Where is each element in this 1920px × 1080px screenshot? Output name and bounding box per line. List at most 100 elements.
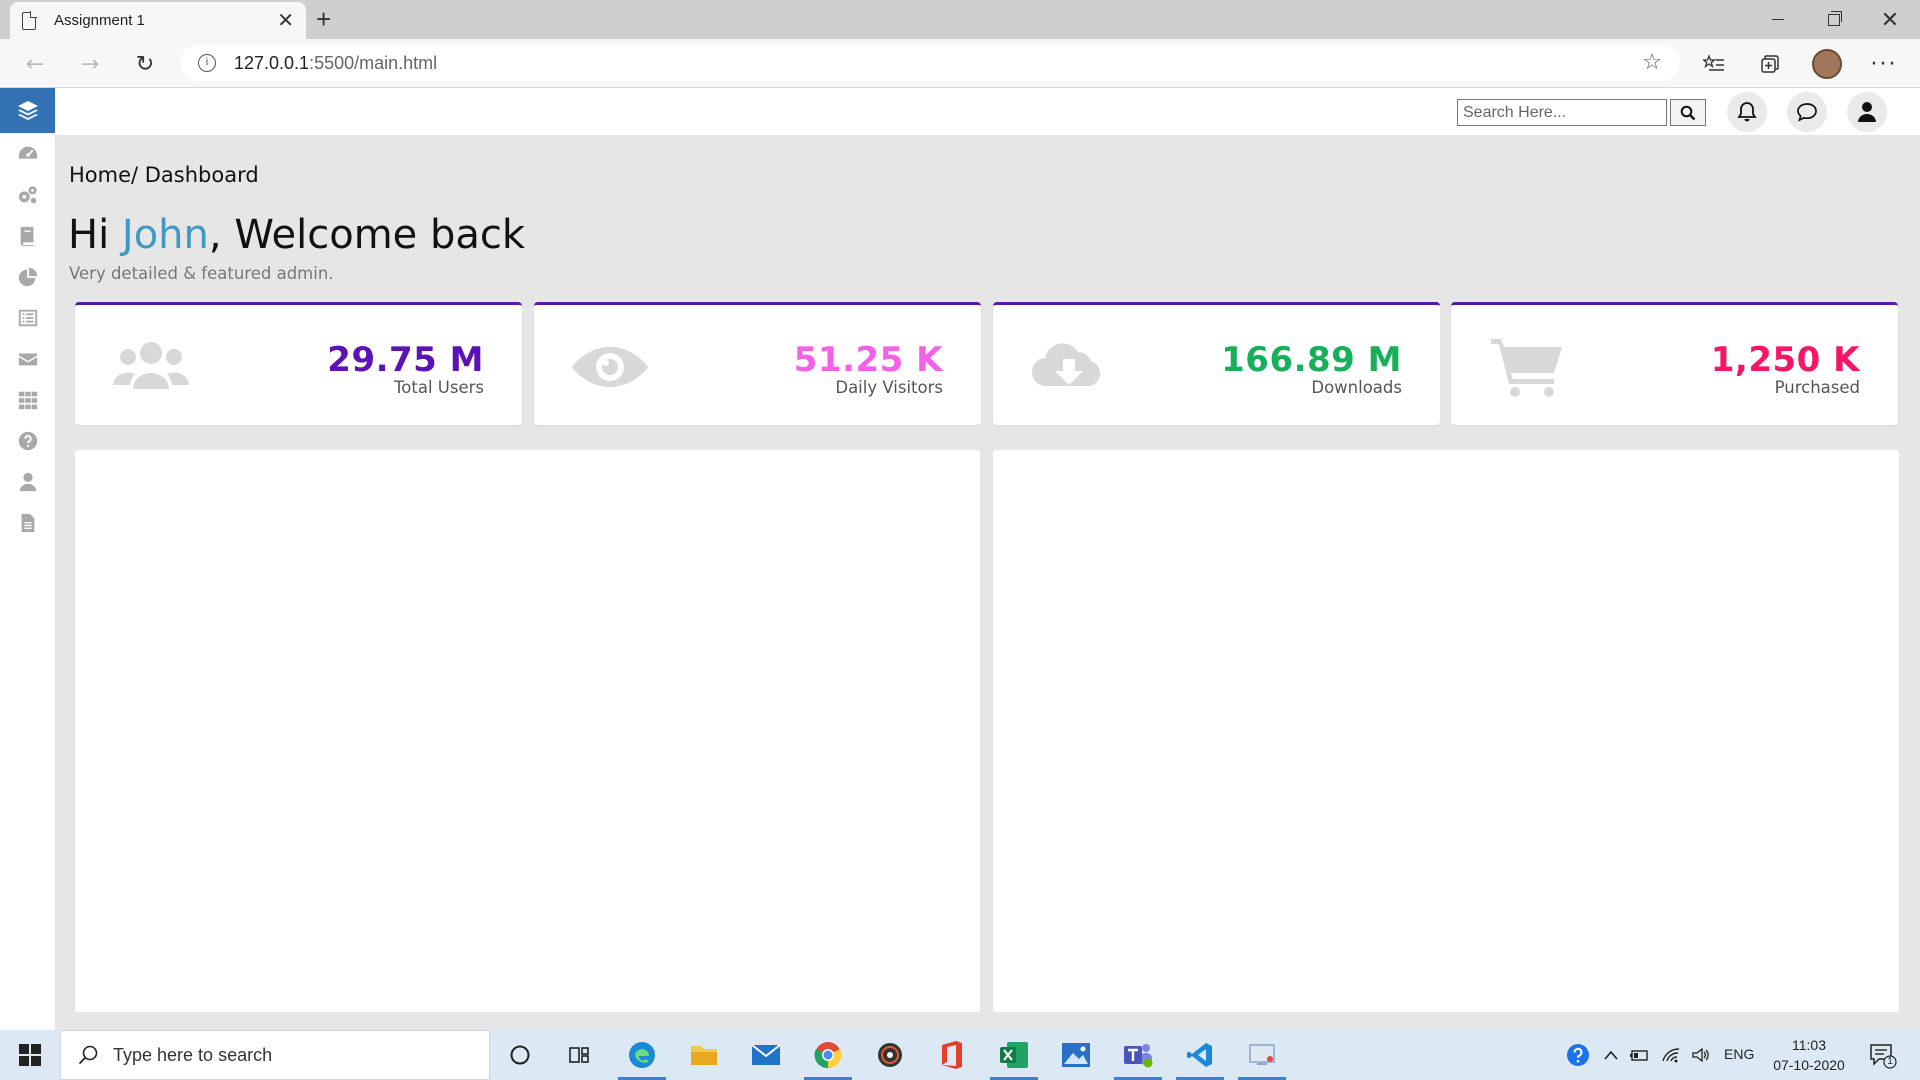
bell-icon — [1737, 102, 1757, 122]
greeting-suffix: , Welcome back — [208, 212, 526, 258]
restore-button[interactable] — [1806, 0, 1862, 39]
taskbar-search[interactable]: Type here to search — [60, 1030, 490, 1080]
task-view-icon[interactable] — [562, 1038, 598, 1072]
language-indicator[interactable]: ENG — [1724, 1046, 1754, 1062]
stat-value: 1,250 K — [1710, 340, 1860, 380]
stat-card-purchased: 1,250 K Purchased — [1451, 302, 1898, 425]
tab-close-icon[interactable]: ✕ — [277, 8, 294, 33]
url-text: 127.0.0.1:5500/main.html — [234, 53, 437, 74]
users-icon — [111, 335, 191, 399]
layers-logo-icon[interactable] — [0, 88, 55, 133]
show-hidden-icons-chevron-icon[interactable] — [1600, 1044, 1622, 1066]
messages-button[interactable] — [1787, 92, 1827, 132]
user-name: John — [121, 212, 209, 258]
favorites-icon[interactable] — [1700, 51, 1728, 77]
page-subtitle: Very detailed & featured admin. — [69, 264, 334, 283]
sidebar-item-book[interactable] — [0, 215, 55, 256]
edge-icon[interactable] — [618, 1038, 666, 1080]
cart-icon — [1487, 335, 1567, 399]
stat-value: 29.75 M — [327, 340, 484, 380]
battery-icon[interactable] — [1628, 1044, 1650, 1066]
sidebar-item-apps[interactable] — [0, 379, 55, 420]
search-icon — [1680, 105, 1696, 120]
tab-title: Assignment 1 — [54, 12, 145, 29]
volume-icon[interactable] — [1690, 1044, 1712, 1066]
content-panel-left — [75, 450, 980, 1012]
back-button[interactable]: ← — [20, 49, 50, 79]
notification-count: 1 — [1887, 1056, 1893, 1067]
stat-value: 166.89 M — [1221, 340, 1402, 380]
mail-app-icon[interactable] — [748, 1038, 784, 1072]
sidebar-item-help[interactable] — [0, 420, 55, 461]
windows-logo-icon — [19, 1044, 41, 1066]
sidebar-item-documents[interactable] — [0, 502, 55, 543]
search-input[interactable] — [1457, 99, 1667, 126]
more-menu-icon[interactable]: ··· — [1870, 51, 1898, 77]
favorite-star-icon[interactable]: ☆ — [1642, 50, 1662, 75]
media-player-icon[interactable] — [872, 1038, 908, 1072]
sidebar-item-mail[interactable] — [0, 338, 55, 379]
book-icon — [20, 226, 33, 246]
clock[interactable]: 11:03 07-10-2020 — [1764, 1035, 1854, 1075]
clock-date: 07-10-2020 — [1773, 1057, 1845, 1073]
greeting-prefix: Hi — [68, 212, 122, 258]
cloud-download-icon — [1029, 335, 1109, 399]
photos-icon[interactable] — [1058, 1038, 1094, 1072]
cortana-icon[interactable] — [502, 1038, 538, 1072]
stat-card-downloads: 166.89 M Downloads — [993, 302, 1440, 425]
taskbar: Type here to search ENG 11:03 07-10-2020… — [0, 1030, 1920, 1080]
stat-label: Purchased — [1774, 378, 1860, 397]
stat-label: Total Users — [394, 378, 484, 397]
sidebar-item-list[interactable] — [0, 297, 55, 338]
address-bar[interactable]: i 127.0.0.1:5500/main.html ☆ — [180, 45, 1680, 81]
stat-card-daily-visitors: 51.25 K Daily Visitors — [534, 302, 981, 425]
app-header — [55, 88, 1920, 135]
notifications-button[interactable] — [1727, 92, 1767, 132]
site-info-icon[interactable]: i — [198, 54, 216, 72]
start-button[interactable] — [0, 1030, 60, 1080]
stat-label: Daily Visitors — [835, 378, 943, 397]
page-title: Hi John, Welcome back — [68, 212, 525, 258]
list-icon — [18, 309, 37, 326]
search-icon — [78, 1045, 98, 1065]
search-button[interactable] — [1670, 99, 1706, 126]
file-explorer-icon[interactable] — [686, 1038, 722, 1072]
new-tab-button[interactable]: + — [316, 4, 331, 35]
profile-avatar[interactable] — [1812, 49, 1842, 79]
browser-tab-bar: Assignment 1 ✕ + ✕ — [0, 0, 1920, 39]
help-tray-icon[interactable] — [1566, 1043, 1590, 1067]
sidebar-item-dashboard[interactable] — [0, 133, 55, 174]
browser-toolbar: ← → ↻ i 127.0.0.1:5500/main.html ☆ ··· — [0, 39, 1920, 88]
action-center-icon[interactable]: 1 — [1868, 1042, 1898, 1070]
minimize-button[interactable] — [1750, 0, 1806, 39]
user-menu-button[interactable] — [1847, 92, 1887, 132]
url-host: 127.0.0.1 — [234, 52, 310, 73]
excel-icon[interactable] — [990, 1038, 1038, 1080]
collections-icon[interactable] — [1756, 51, 1784, 77]
stat-value: 51.25 K — [793, 340, 943, 380]
stat-label: Downloads — [1311, 378, 1402, 397]
dashboard-icon — [18, 146, 37, 159]
page-icon — [22, 10, 37, 30]
reload-button[interactable]: ↻ — [130, 49, 160, 79]
settings-icon — [18, 185, 37, 203]
wifi-icon[interactable] — [1660, 1044, 1682, 1066]
pie-chart-icon — [18, 267, 37, 286]
browser-tab[interactable]: Assignment 1 ✕ — [10, 2, 306, 39]
sidebar-item-settings[interactable] — [0, 174, 55, 215]
breadcrumb: Home/ Dashboard — [69, 163, 259, 187]
office-icon[interactable] — [934, 1038, 970, 1072]
forward-button[interactable]: → — [75, 49, 105, 79]
user-icon — [19, 472, 36, 491]
taskbar-search-placeholder: Type here to search — [113, 1044, 273, 1065]
window-close-button[interactable]: ✕ — [1862, 0, 1918, 39]
teams-icon[interactable] — [1114, 1038, 1162, 1080]
vscode-icon[interactable] — [1176, 1038, 1224, 1080]
remote-desktop-icon[interactable] — [1238, 1038, 1286, 1080]
sidebar-item-profile[interactable] — [0, 461, 55, 502]
url-path: :5500/main.html — [309, 52, 438, 73]
sidebar-item-charts[interactable] — [0, 256, 55, 297]
content-panel-right — [993, 450, 1899, 1012]
chrome-icon[interactable] — [804, 1038, 852, 1080]
help-icon — [18, 431, 37, 450]
